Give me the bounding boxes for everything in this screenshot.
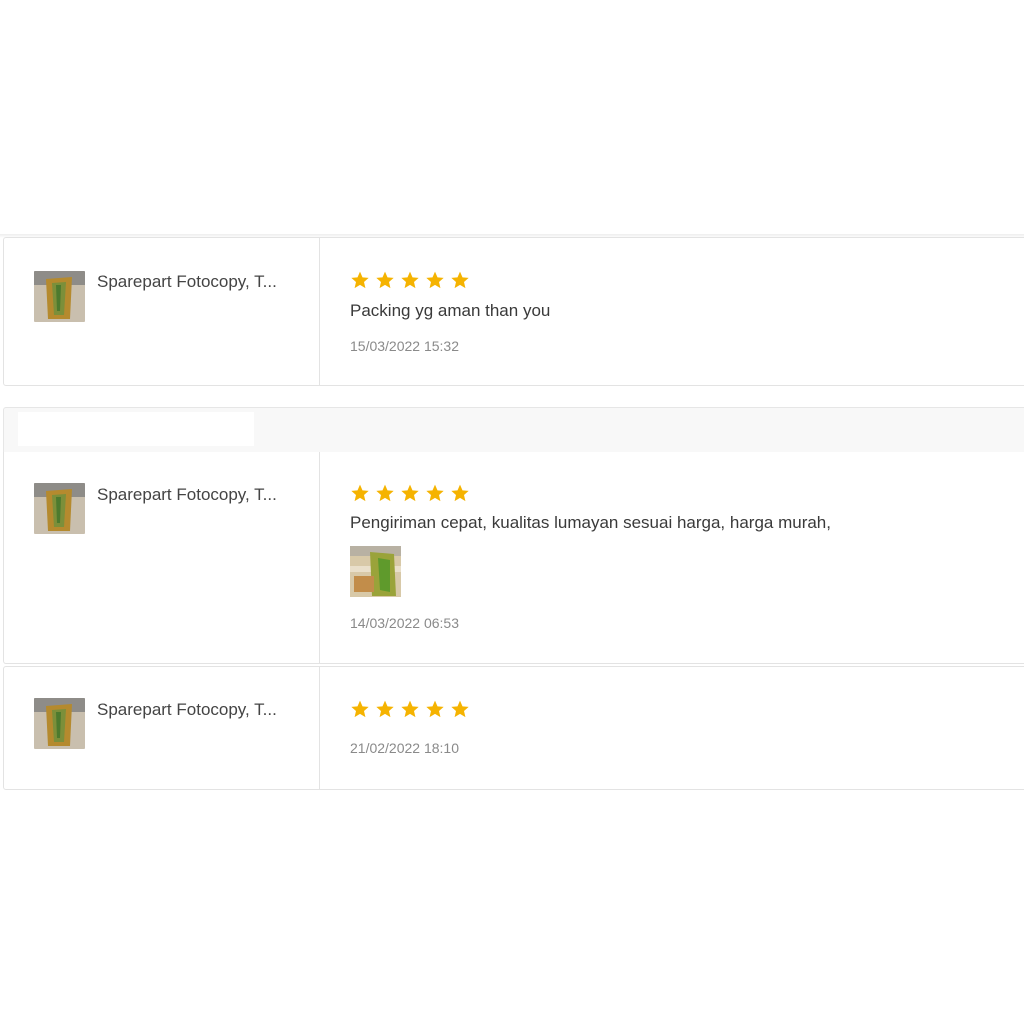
product-thumbnail[interactable] [34, 271, 85, 322]
star-icon [451, 700, 469, 718]
product-name[interactable]: Sparepart Fotocopy, T... [97, 272, 287, 292]
group-header-placeholder [18, 412, 254, 446]
product-name[interactable]: Sparepart Fotocopy, T... [97, 700, 287, 720]
rating-stars [350, 270, 470, 290]
review-product-cell: Sparepart Fotocopy, T... [4, 452, 320, 663]
review-comment: Pengiriman cepat, kualitas lumayan sesua… [350, 513, 831, 532]
review-list-page: Sparepart Fotocopy, T... Packing yg aman… [0, 0, 1024, 1024]
product-image-icon [34, 271, 85, 322]
review-product-cell: Sparepart Fotocopy, T... [4, 667, 320, 789]
rating-stars [350, 483, 470, 503]
star-icon [426, 484, 444, 502]
product-image-icon [34, 698, 85, 749]
review-date: 15/03/2022 15:32 [350, 338, 459, 354]
star-icon [401, 484, 419, 502]
product-image-icon [34, 483, 85, 534]
product-name[interactable]: Sparepart Fotocopy, T... [97, 485, 287, 505]
star-icon [451, 271, 469, 289]
product-thumbnail[interactable] [34, 483, 85, 534]
star-icon [376, 484, 394, 502]
review-date: 21/02/2022 18:10 [350, 740, 459, 756]
review-card-3: Sparepart Fotocopy, T... 21/02/2022 18:1… [3, 666, 1024, 790]
review-photo[interactable] [350, 546, 401, 597]
star-icon [351, 271, 369, 289]
review-card-2: Sparepart Fotocopy, T... Pengiriman cepa… [3, 452, 1024, 664]
star-icon [351, 484, 369, 502]
review-card-1: Sparepart Fotocopy, T... Packing yg aman… [3, 237, 1024, 386]
star-icon [401, 271, 419, 289]
star-icon [376, 271, 394, 289]
review-content-cell: Pengiriman cepat, kualitas lumayan sesua… [320, 452, 1024, 663]
review-photo-image-icon [350, 546, 401, 597]
star-icon [426, 271, 444, 289]
group-header [3, 407, 1024, 453]
star-icon [426, 700, 444, 718]
review-content-cell: Packing yg aman than you 15/03/2022 15:3… [320, 238, 1024, 385]
star-icon [376, 700, 394, 718]
product-thumbnail[interactable] [34, 698, 85, 749]
star-icon [451, 484, 469, 502]
review-comment: Packing yg aman than you [350, 301, 551, 320]
rating-stars [350, 699, 470, 719]
review-product-cell: Sparepart Fotocopy, T... [4, 238, 320, 385]
star-icon [351, 700, 369, 718]
review-date: 14/03/2022 06:53 [350, 615, 459, 631]
star-icon [401, 700, 419, 718]
review-content-cell: 21/02/2022 18:10 [320, 667, 1024, 789]
